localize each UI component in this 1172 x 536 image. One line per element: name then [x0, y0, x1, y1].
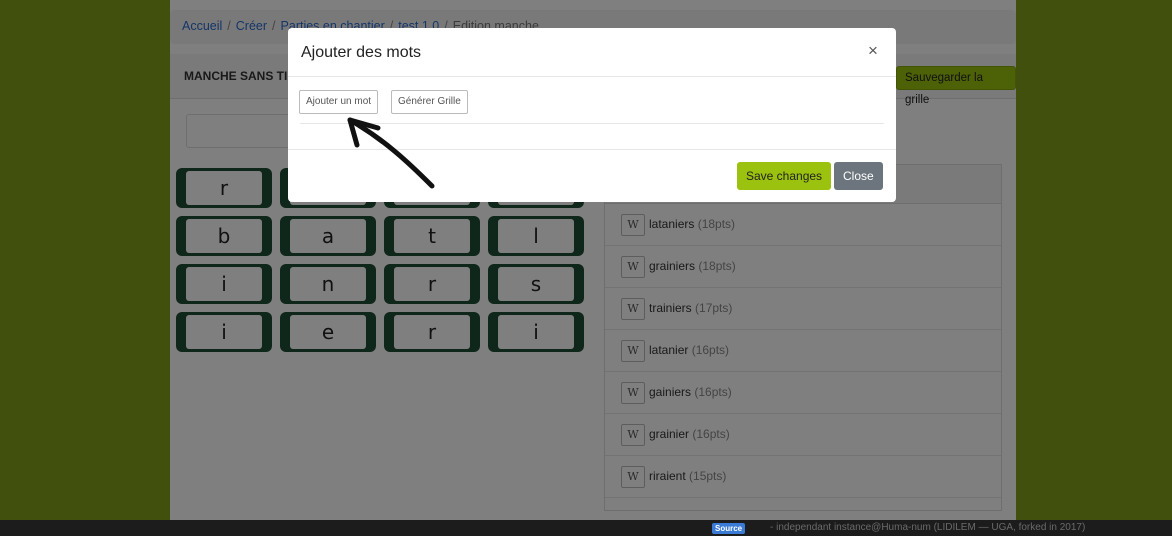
footer: Source - independant instance@Huma-num (… — [0, 520, 1172, 536]
modal-header: Ajouter des mots × — [288, 28, 896, 77]
save-changes-button[interactable]: Save changes — [737, 162, 832, 190]
close-icon[interactable]: × — [868, 41, 878, 61]
divider — [300, 123, 884, 124]
modal-footer: Save changes Close — [288, 149, 896, 203]
add-words-modal: Ajouter des mots × Ajouter un mot Génére… — [288, 28, 896, 202]
add-word-button[interactable]: Ajouter un mot — [299, 90, 379, 114]
source-badge[interactable]: Source — [712, 523, 746, 534]
footer-credit: - independant instance@Huma-num (LIDILEM… — [770, 522, 1086, 533]
generate-grid-button[interactable]: Générer Grille — [391, 90, 468, 114]
modal-title: Ajouter des mots — [301, 44, 422, 61]
close-button[interactable]: Close — [834, 162, 883, 190]
